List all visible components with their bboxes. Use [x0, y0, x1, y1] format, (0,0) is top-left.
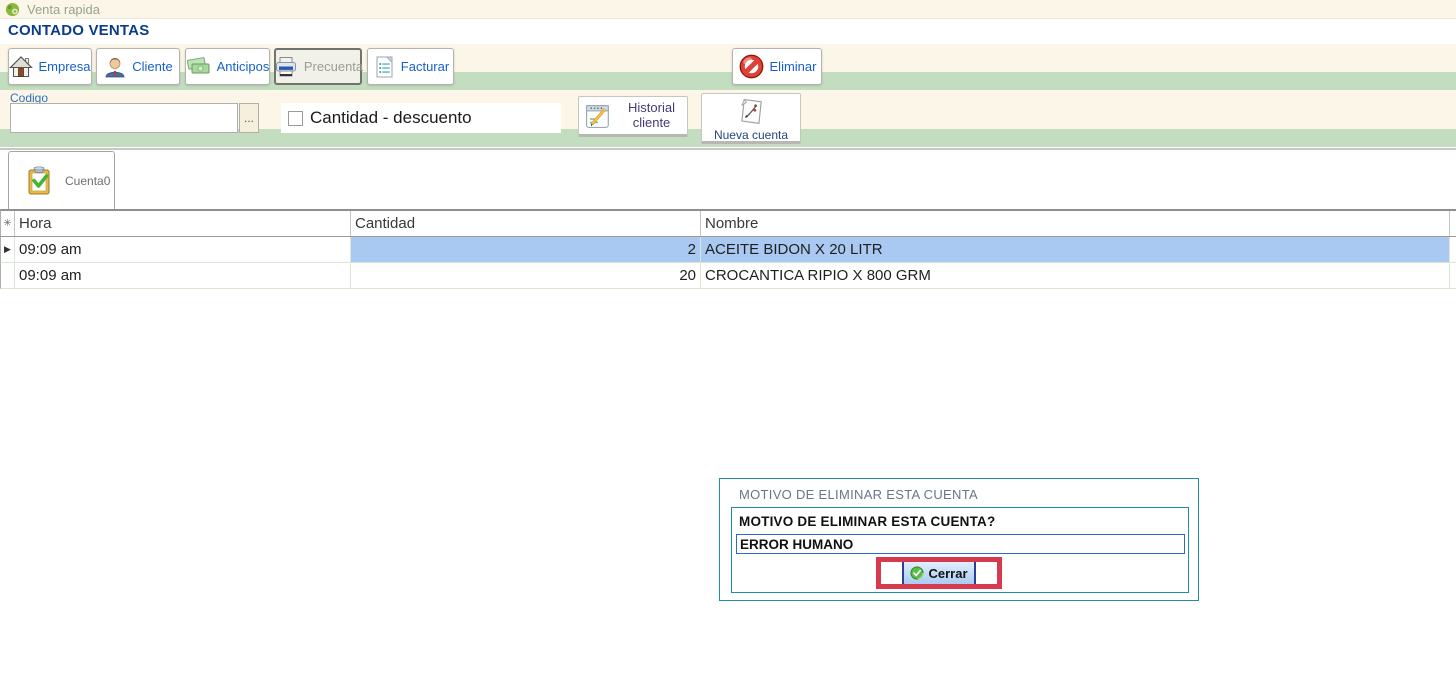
cell-nombre[interactable]: ACEITE BIDON X 20 LITR — [701, 237, 1450, 262]
house-icon — [9, 55, 33, 79]
new-account-icon — [734, 96, 768, 128]
app-icon — [5, 2, 20, 17]
window-titlebar: Venta rapida — [0, 0, 1456, 19]
cerrar-button[interactable]: Cerrar — [902, 562, 976, 584]
codigo-input[interactable] — [10, 103, 238, 133]
money-icon — [186, 55, 212, 79]
window-title: Venta rapida — [27, 2, 100, 17]
notepad-pencil-icon — [582, 100, 614, 132]
motivo-input[interactable] — [736, 534, 1185, 554]
clipboard-check-icon — [24, 165, 54, 197]
sales-grid: ✳ Hora Cantidad Nombre ▶ 09:09 am 2 ACEI… — [0, 209, 1456, 289]
printer-icon — [273, 55, 299, 79]
person-icon — [103, 55, 127, 79]
facturar-button-label: Facturar — [401, 59, 449, 74]
grid-header-row: ✳ Hora Cantidad Nombre — [0, 209, 1456, 237]
grid-indicator-header: ✳ — [1, 211, 15, 236]
row-indicator: ▶ — [1, 237, 15, 262]
tab-cuenta0-label: Cuenta0 — [65, 174, 110, 188]
row-indicator — [1, 263, 15, 288]
eliminar-button[interactable]: Eliminar — [732, 48, 822, 85]
facturar-button[interactable]: Facturar — [367, 48, 454, 85]
column-header-hora[interactable]: Hora — [15, 211, 351, 236]
tab-cuenta0[interactable]: Cuenta0 — [8, 151, 115, 209]
grid-row-2[interactable]: 09:09 am 20 CROCANTICA RIPIO X 800 GRM — [0, 263, 1456, 289]
empresa-button[interactable]: Empresa — [8, 48, 92, 85]
dialog-question-label: MOTIVO DE ELIMINAR ESTA CUENTA? — [739, 514, 995, 529]
nueva-cuenta-label: Nueva cuenta — [714, 128, 788, 142]
cliente-button-label: Cliente — [132, 59, 172, 74]
cell-cantidad[interactable]: 20 — [351, 263, 701, 288]
grid-row-1[interactable]: ▶ 09:09 am 2 ACEITE BIDON X 20 LITR — [0, 237, 1456, 263]
cantidad-descuento-panel: Cantidad - descuento — [281, 103, 561, 133]
cell-nombre[interactable]: CROCANTICA RIPIO X 800 GRM — [701, 263, 1450, 288]
invoice-icon — [372, 55, 396, 79]
highlight-red-frame: Cerrar — [876, 557, 1002, 589]
dialog-title: MOTIVO DE ELIMINAR ESTA CUENTA — [739, 487, 978, 502]
no-entry-icon — [738, 53, 765, 80]
precuenta-button-label: Precuenta — [304, 59, 363, 74]
cerrar-button-label: Cerrar — [928, 566, 967, 581]
highlight-inner: Cerrar — [881, 562, 997, 584]
page-title: CONTADO VENTAS — [8, 22, 149, 39]
nueva-cuenta-button[interactable]: Nueva cuenta — [701, 93, 801, 144]
motivo-eliminar-dialog: MOTIVO DE ELIMINAR ESTA CUENTA MOTIVO DE… — [719, 478, 1199, 601]
cantidad-descuento-label: Cantidad - descuento — [310, 108, 472, 128]
cell-cantidad[interactable]: 2 — [351, 237, 701, 262]
check-circle-icon — [910, 566, 924, 580]
cell-hora[interactable]: 09:09 am — [15, 263, 351, 288]
anticipos-button[interactable]: Anticipos — [185, 48, 270, 85]
cell-hora[interactable]: 09:09 am — [15, 237, 351, 262]
codigo-lookup-button[interactable]: ... — [239, 103, 259, 133]
eliminar-button-label: Eliminar — [770, 59, 817, 74]
anticipos-button-label: Anticipos — [217, 59, 270, 74]
historial-cliente-button[interactable]: Historialcliente — [578, 96, 688, 137]
historial-cliente-label: Historialcliente — [619, 101, 684, 131]
cantidad-descuento-checkbox[interactable] — [288, 111, 303, 126]
precuenta-button[interactable]: Precuenta — [274, 48, 362, 85]
column-header-cantidad[interactable]: Cantidad — [351, 211, 701, 236]
section-divider — [0, 148, 1456, 150]
column-header-nombre[interactable]: Nombre — [701, 211, 1450, 236]
cliente-button[interactable]: Cliente — [96, 48, 180, 85]
empresa-button-label: Empresa — [38, 59, 90, 74]
